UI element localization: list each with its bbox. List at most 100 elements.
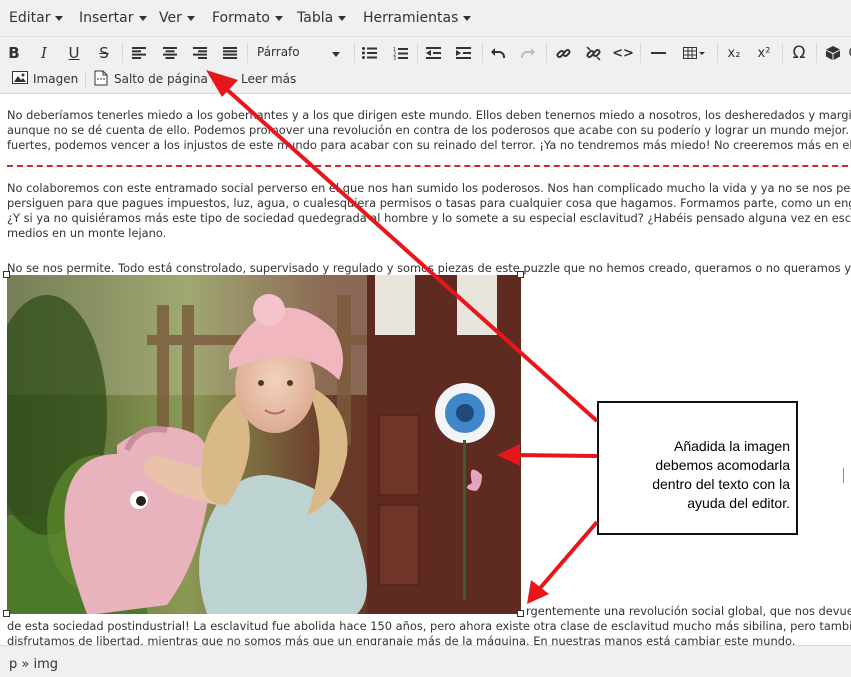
superscript-button[interactable]: x² (753, 41, 775, 65)
text-line: rgentemente una revolución social global… (526, 604, 851, 618)
strikethrough-icon: S (99, 44, 109, 62)
insert-media-button[interactable] (822, 41, 844, 65)
menu-herramientas[interactable]: Herramientas (363, 10, 472, 26)
text-cursor (843, 468, 844, 483)
table-button[interactable] (679, 41, 709, 65)
toolbar-separator (546, 43, 547, 63)
inserted-image[interactable] (7, 275, 521, 614)
outdent-button[interactable] (422, 41, 444, 65)
special-character-button[interactable]: Ω (788, 41, 810, 65)
italic-icon: I (41, 44, 47, 62)
underline-button[interactable]: U (63, 41, 85, 65)
text-line: No deberíamos tenerles miedo a los gober… (7, 108, 851, 122)
omega-icon: Ω (792, 43, 806, 63)
toolbar-overflow[interactable]: C (842, 41, 851, 65)
align-left-icon (132, 47, 146, 59)
indent-button[interactable] (452, 41, 474, 65)
page-break-button[interactable]: Salto de página (94, 69, 208, 89)
underline-icon: U (68, 44, 80, 62)
chevron-down-icon (186, 15, 195, 21)
redo-icon (521, 48, 535, 58)
align-center-button[interactable] (159, 41, 181, 65)
chevron-down-icon (55, 15, 64, 21)
paragraph-1[interactable]: No deberíamos tenerles miedo a los gober… (7, 108, 851, 153)
text-line: No colaboremos con este entramado social… (7, 181, 851, 195)
horizontal-rule-icon (650, 52, 666, 54)
text-line: fuertes, podemos vencer a los injustos d… (7, 138, 851, 152)
link-icon (555, 48, 571, 58)
indent-icon (455, 47, 471, 59)
text-line: persiguen para que pagues impuestos, luz… (7, 196, 851, 210)
svg-text:3: 3 (393, 56, 396, 60)
annotation-text: Añadida la imagen debemos acomodarla den… (600, 437, 790, 513)
bold-button[interactable]: B (3, 41, 25, 65)
undo-icon (491, 48, 505, 58)
strikethrough-button[interactable]: S (93, 41, 115, 65)
chevron-down-icon (463, 15, 472, 21)
paragraph-3[interactable]: No se nos permite. Todo está constrolado… (7, 261, 851, 276)
photo-girl-rocking-horse (7, 275, 521, 614)
page-break-label: Salto de página (114, 72, 208, 86)
insert-image-button[interactable]: Imagen (12, 69, 78, 89)
redo-button[interactable] (517, 41, 539, 65)
menu-label: Editar (9, 10, 51, 26)
align-right-icon (193, 47, 207, 59)
outdent-icon (425, 47, 441, 59)
toolbar-separator (717, 43, 718, 63)
bullet-list-button[interactable] (358, 41, 380, 65)
toolbar-separator (417, 43, 418, 63)
numbered-list-button[interactable]: 123 (389, 41, 411, 65)
chevron-down-icon (332, 52, 340, 57)
source-code-button[interactable]: <> (612, 41, 634, 65)
resize-handle-top-left[interactable] (3, 271, 10, 278)
page-break-marker (7, 165, 851, 167)
text-line: aunque no se dé cuenta de ello. Podemos … (7, 123, 851, 137)
toolbar-separator (640, 43, 641, 63)
subscript-icon: x₂ (727, 45, 741, 61)
italic-button[interactable]: I (33, 41, 55, 65)
align-right-button[interactable] (189, 41, 211, 65)
unlink-icon (585, 45, 601, 61)
resize-handle-top-right[interactable] (517, 271, 524, 278)
toolbar-separator (354, 43, 355, 63)
menu-editar[interactable]: Editar (9, 10, 64, 26)
align-left-button[interactable] (128, 41, 150, 65)
menu-ver[interactable]: Ver (159, 10, 195, 26)
align-justify-button[interactable] (219, 41, 241, 65)
editor-content[interactable]: No deberíamos tenerles miedo a los gober… (0, 95, 851, 645)
page-break-icon (94, 70, 109, 89)
undo-button[interactable] (487, 41, 509, 65)
paragraph-4-inline[interactable]: rgentemente una revolución social global… (526, 604, 851, 619)
annotation-line: ayuda del editor. (687, 495, 790, 511)
text-line: disfrutamos de libertad, mientras que no… (7, 634, 796, 645)
toolbar: B I U S Párrafo 123 <> x₂ x² Ω Imagen Sa… (0, 37, 851, 94)
subscript-button[interactable]: x₂ (723, 41, 745, 65)
chevron-down-icon (338, 15, 347, 21)
read-more-label: Leer más (241, 72, 297, 86)
chevron-down-icon (138, 15, 147, 21)
menu-formato[interactable]: Formato (212, 10, 283, 26)
menu-insertar[interactable]: Insertar (79, 10, 147, 26)
element-path[interactable]: p » img (9, 657, 58, 672)
resize-handle-bottom-right[interactable] (517, 610, 524, 617)
align-center-icon (163, 47, 177, 59)
toolbar-separator (122, 43, 123, 63)
annotation-callout: Añadida la imagen debemos acomodarla den… (597, 401, 798, 535)
text-line: No se nos permite. Todo está constrolado… (7, 261, 851, 275)
remove-link-button[interactable] (582, 41, 604, 65)
paragraph-4[interactable]: de esta sociedad postindustrial! La escl… (7, 619, 851, 645)
menu-tabla[interactable]: Tabla (297, 10, 347, 26)
bullet-list-icon (361, 47, 377, 59)
toolbar-separator (816, 43, 817, 63)
format-select[interactable]: Párrafo (252, 42, 344, 64)
toolbar-separator (247, 43, 248, 63)
horizontal-rule-button[interactable] (647, 41, 669, 65)
text-line: ¿Y si ya no quisiéramos más este tipo de… (7, 211, 851, 225)
resize-handle-bottom-left[interactable] (3, 610, 10, 617)
menu-label: Tabla (297, 10, 334, 26)
annotation-line: debemos acomodarla (655, 457, 790, 473)
read-more-button[interactable]: Leer más (222, 69, 296, 89)
paragraph-2[interactable]: No colaboremos con este entramado social… (7, 181, 851, 241)
menubar: Editar Insertar Ver Formato Tabla Herram… (0, 0, 851, 37)
insert-link-button[interactable] (552, 41, 574, 65)
